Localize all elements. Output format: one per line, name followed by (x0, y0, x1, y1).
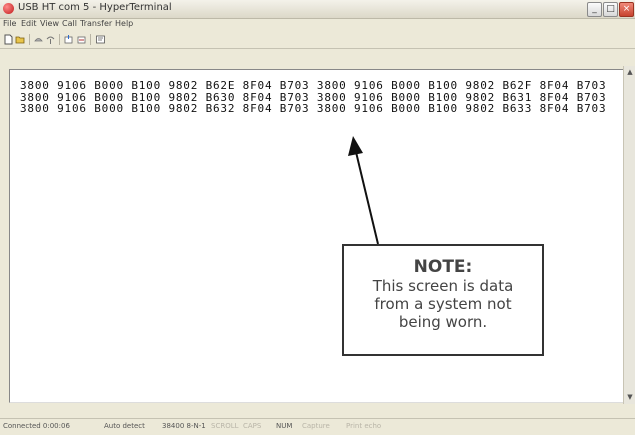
note-callout: NOTE: This screen is data from a system … (342, 244, 544, 356)
note-line: This screen is data (372, 277, 514, 295)
annotation-arrow (348, 136, 379, 245)
note-title: NOTE: (413, 257, 473, 277)
note-line: from a system not (374, 295, 512, 313)
hyperterminal-window: USB HT com 5 - HyperTerminal _ □ × File … (0, 0, 635, 435)
note-line: being worn. (398, 313, 488, 331)
